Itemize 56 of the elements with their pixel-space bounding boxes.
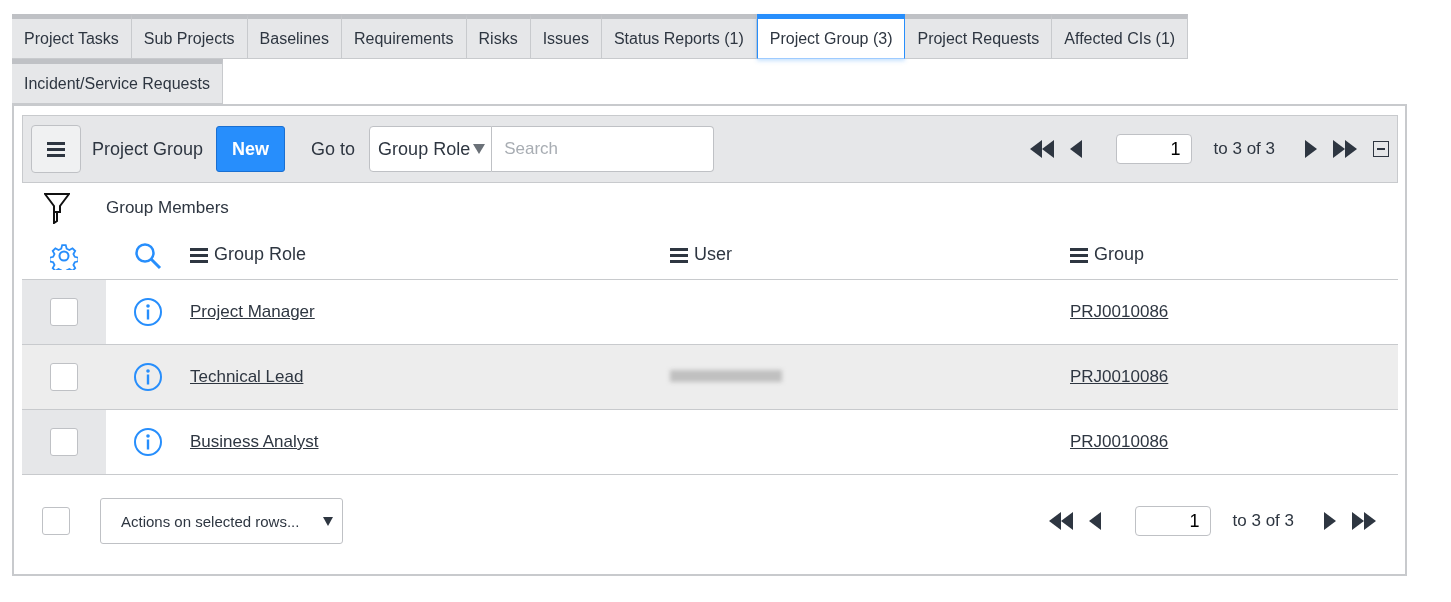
caret-icon <box>323 516 333 526</box>
group-link[interactable]: PRJ0010086 <box>1070 367 1169 386</box>
actions-dropdown[interactable]: Actions on selected rows... <box>100 498 343 544</box>
filter-breadcrumb[interactable]: Group Members <box>106 198 229 218</box>
column-menu-icon <box>1070 246 1088 263</box>
tab[interactable]: Project Tasks <box>12 14 132 59</box>
search-icon[interactable] <box>134 242 162 270</box>
menu-icon <box>47 141 65 157</box>
first-page-icon[interactable] <box>1048 512 1073 530</box>
tab[interactable]: Project Requests <box>905 14 1053 59</box>
tab[interactable]: Risks <box>466 14 531 59</box>
info-icon[interactable] <box>133 362 163 392</box>
row-checkbox[interactable] <box>50 298 78 326</box>
last-page-icon[interactable] <box>1333 140 1357 158</box>
next-page-icon[interactable] <box>1324 512 1336 530</box>
group-role-link[interactable]: Technical Lead <box>190 367 304 386</box>
row-checkbox[interactable] <box>50 428 78 456</box>
group-role-link[interactable]: Project Manager <box>190 302 315 321</box>
column-menu-icon <box>190 246 208 263</box>
list-title: Project Group <box>92 138 204 160</box>
page-range: to 3 of 3 <box>1213 139 1275 159</box>
settings-icon[interactable] <box>50 242 78 270</box>
column-header[interactable]: Group Role <box>214 244 307 266</box>
collapse-icon[interactable] <box>1373 141 1389 157</box>
filter-icon[interactable] <box>44 192 70 224</box>
next-page-icon[interactable] <box>1305 140 1317 158</box>
tab[interactable]: Incident/Service Requests <box>12 59 223 104</box>
info-icon[interactable] <box>133 297 163 327</box>
goto-label: Go to <box>311 138 356 160</box>
group-role-link[interactable]: Business Analyst <box>190 432 319 451</box>
column-menu-icon <box>670 246 688 263</box>
tab[interactable]: Requirements <box>341 14 467 59</box>
previous-page-icon[interactable] <box>1069 140 1082 158</box>
tab[interactable]: Status Reports (1) <box>601 14 757 59</box>
tab[interactable]: Sub Projects <box>131 14 248 59</box>
goto-field-select[interactable]: Group Role <box>369 126 493 172</box>
column-header[interactable]: Group <box>1094 244 1145 266</box>
info-icon[interactable] <box>133 427 163 457</box>
row-checkbox[interactable] <box>50 363 78 391</box>
select-all-checkbox[interactable] <box>42 507 70 535</box>
previous-page-icon[interactable] <box>1088 512 1101 530</box>
tab[interactable]: Issues <box>530 14 602 59</box>
menu-button[interactable] <box>31 125 81 173</box>
page-number-field[interactable]: 1 <box>1134 506 1211 536</box>
caret-icon <box>473 144 486 154</box>
tab[interactable]: Baselines <box>247 14 342 59</box>
page-range: to 3 of 3 <box>1232 511 1294 531</box>
group-link[interactable]: PRJ0010086 <box>1070 302 1169 321</box>
first-page-icon[interactable] <box>1029 140 1054 158</box>
tab[interactable]: Affected CIs (1) <box>1052 14 1189 59</box>
last-page-icon[interactable] <box>1352 512 1376 530</box>
search-field[interactable]: Search <box>492 126 715 172</box>
page-number-field[interactable]: 1 <box>1115 134 1192 164</box>
tab[interactable]: Project Group (3) <box>756 14 906 59</box>
column-header[interactable]: User <box>694 244 732 266</box>
group-link[interactable]: PRJ0010086 <box>1070 432 1169 451</box>
